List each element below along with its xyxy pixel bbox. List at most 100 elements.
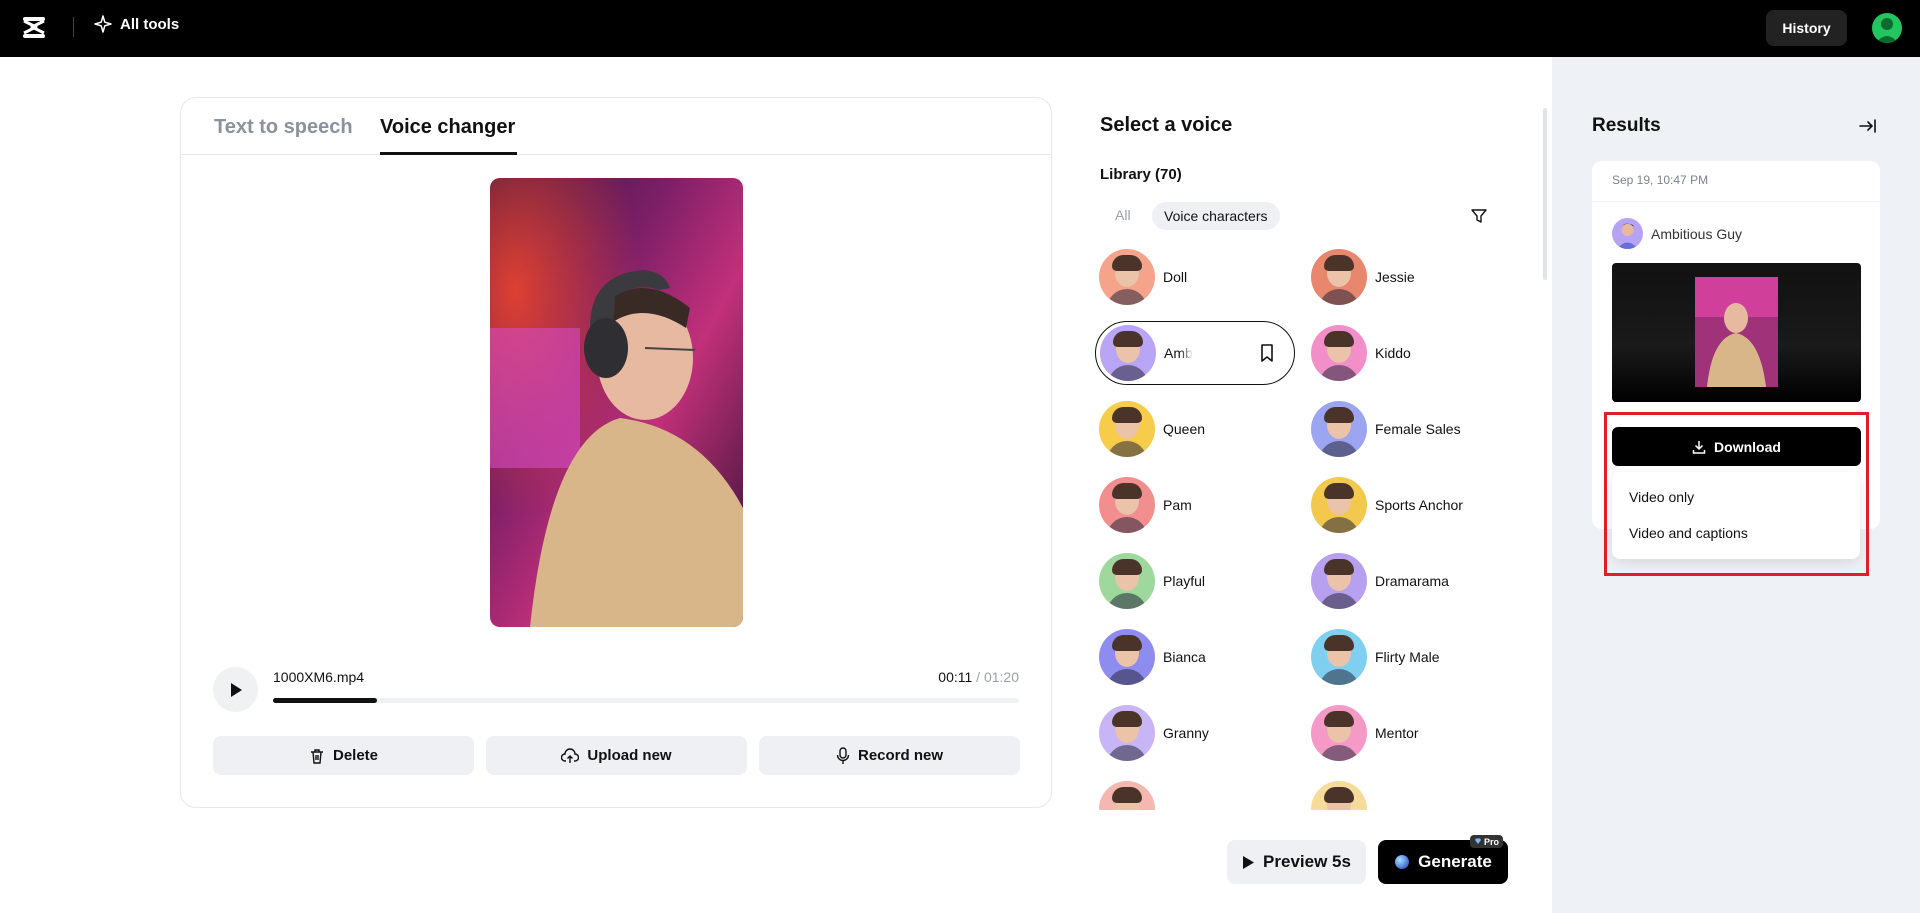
history-button[interactable]: History — [1766, 10, 1847, 46]
voice-name: Queen — [1163, 421, 1206, 437]
download-button[interactable]: Download — [1612, 427, 1861, 466]
voice-avatar — [1311, 553, 1367, 609]
preview-label: Preview 5s — [1263, 852, 1351, 871]
tab-text-to-speech[interactable]: Text to speech — [214, 116, 353, 139]
all-tools-button[interactable]: All tools — [94, 15, 179, 33]
voice-avatar — [1099, 553, 1155, 609]
voice-avatar — [1099, 249, 1155, 305]
total-time: 01:20 — [983, 669, 1019, 685]
voice-name: Female Sales — [1375, 421, 1461, 437]
play-button[interactable] — [213, 667, 258, 712]
preview-button[interactable]: Preview 5s — [1227, 840, 1366, 884]
generate-orb-icon — [1395, 855, 1410, 869]
voice-avatar — [1311, 401, 1367, 457]
option-video-only[interactable]: Video only — [1629, 489, 1694, 505]
voice-avatar — [1099, 781, 1155, 810]
result-thumbnail-image — [1695, 277, 1778, 387]
option-video-and-captions[interactable]: Video and captions — [1629, 525, 1748, 541]
bookmark-icon[interactable] — [1260, 344, 1274, 362]
sparkle-icon — [94, 15, 112, 33]
voice-item[interactable]: Female Sales — [1307, 397, 1507, 461]
voice-name: Mentor — [1375, 725, 1419, 741]
download-icon — [1692, 440, 1706, 454]
voice-name: Amb — [1164, 345, 1193, 361]
voice-name: Playful — [1163, 573, 1206, 589]
result-thumbnail[interactable] — [1612, 263, 1861, 402]
voice-name: Jessie — [1375, 269, 1415, 285]
voice-item[interactable]: Playful — [1095, 549, 1295, 613]
voice-item[interactable]: Doll — [1095, 245, 1295, 309]
voice-avatar — [1099, 477, 1155, 533]
pro-label: Pro — [1484, 836, 1500, 847]
voice-avatar — [1100, 325, 1156, 381]
pro-badge: Pro — [1470, 835, 1504, 848]
voice-item[interactable]: Granny — [1095, 701, 1295, 765]
capcut-logo-icon[interactable] — [20, 14, 48, 42]
progress-bar[interactable] — [273, 698, 1019, 703]
filter-all[interactable]: All — [1115, 207, 1131, 223]
progress-fill — [273, 698, 378, 703]
voice-item[interactable]: Queen — [1095, 397, 1295, 461]
microphone-icon — [836, 746, 850, 764]
upload-new-button[interactable]: Upload new — [486, 736, 747, 775]
upload-new-label: Upload new — [587, 747, 672, 764]
voice-name: Bianca — [1163, 649, 1206, 665]
trash-icon — [310, 748, 323, 764]
voice-avatar — [1311, 325, 1367, 381]
cloud-upload-icon — [561, 747, 580, 763]
user-avatar[interactable] — [1872, 13, 1902, 43]
voice-avatar — [1099, 705, 1155, 761]
voice-changer-card: Text to speech Voice changer 1000XM6.mp4… — [180, 97, 1052, 808]
voice-item[interactable]: Sports Anchor — [1307, 473, 1507, 537]
delete-label: Delete — [332, 747, 379, 764]
voice-avatar — [1311, 705, 1367, 761]
voice-item[interactable]: Bianca — [1095, 625, 1295, 689]
all-tools-label: All tools — [120, 15, 180, 33]
filter-voice-characters[interactable]: Voice characters — [1152, 202, 1280, 230]
library-label: Library (70) — [1100, 166, 1182, 183]
voice-avatar — [1311, 477, 1367, 533]
video-frame-image — [490, 178, 743, 627]
voice-avatar-icon — [1617, 223, 1638, 249]
result-voice-avatar — [1612, 218, 1643, 249]
download-options-menu: Video only Video and captions — [1612, 472, 1860, 559]
download-label: Download — [1714, 438, 1781, 455]
voice-item[interactable]: Mentor — [1307, 701, 1507, 765]
video-preview[interactable] — [490, 178, 743, 627]
voice-item[interactable]: Flirty Male — [1307, 625, 1507, 689]
record-new-button[interactable]: Record new — [759, 736, 1020, 775]
generate-label: Generate — [1418, 852, 1492, 871]
record-new-label: Record new — [857, 747, 944, 764]
voice-avatar — [1311, 629, 1367, 685]
delete-button[interactable]: Delete — [213, 736, 474, 775]
file-name: 1000XM6.mp4 — [273, 669, 365, 685]
result-voice: Ambitious Guy — [1612, 218, 1742, 249]
play-icon — [1243, 855, 1255, 869]
voice-item[interactable]: Amb — [1095, 321, 1295, 385]
voice-item[interactable] — [1307, 777, 1507, 810]
voice-avatar — [1311, 781, 1367, 810]
voice-name: Dramarama — [1375, 573, 1449, 589]
time-display: 00:11 / 01:20 — [938, 669, 1019, 685]
play-icon — [230, 682, 242, 697]
voice-item[interactable]: Dramarama — [1307, 549, 1507, 613]
top-bar: All tools History — [0, 0, 1920, 57]
topbar-divider — [73, 17, 74, 37]
voice-item[interactable]: Jessie — [1307, 245, 1507, 309]
collapse-panel-icon[interactable] — [1858, 117, 1878, 135]
time-separator: / — [972, 669, 984, 685]
voice-name: Pam — [1163, 497, 1192, 513]
voice-item[interactable]: Pam — [1095, 473, 1295, 537]
voice-name: Granny — [1163, 725, 1209, 741]
voice-item[interactable]: Kiddo — [1307, 321, 1507, 385]
voice-list-scrollbar[interactable] — [1543, 108, 1547, 280]
filter-icon[interactable] — [1470, 207, 1488, 225]
tab-voice-changer[interactable]: Voice changer — [380, 116, 515, 139]
voice-list: Doll Jessie Amb Kiddo Queen Female Sales Pam Sp… — [1095, 245, 1515, 810]
mode-tabs: Text to speech Voice changer — [181, 98, 1051, 155]
voice-name: Doll — [1163, 269, 1188, 285]
result-divider — [1592, 201, 1880, 202]
voice-name: Kiddo — [1375, 345, 1411, 361]
voice-item[interactable] — [1095, 777, 1295, 810]
voice-avatar — [1099, 629, 1155, 685]
